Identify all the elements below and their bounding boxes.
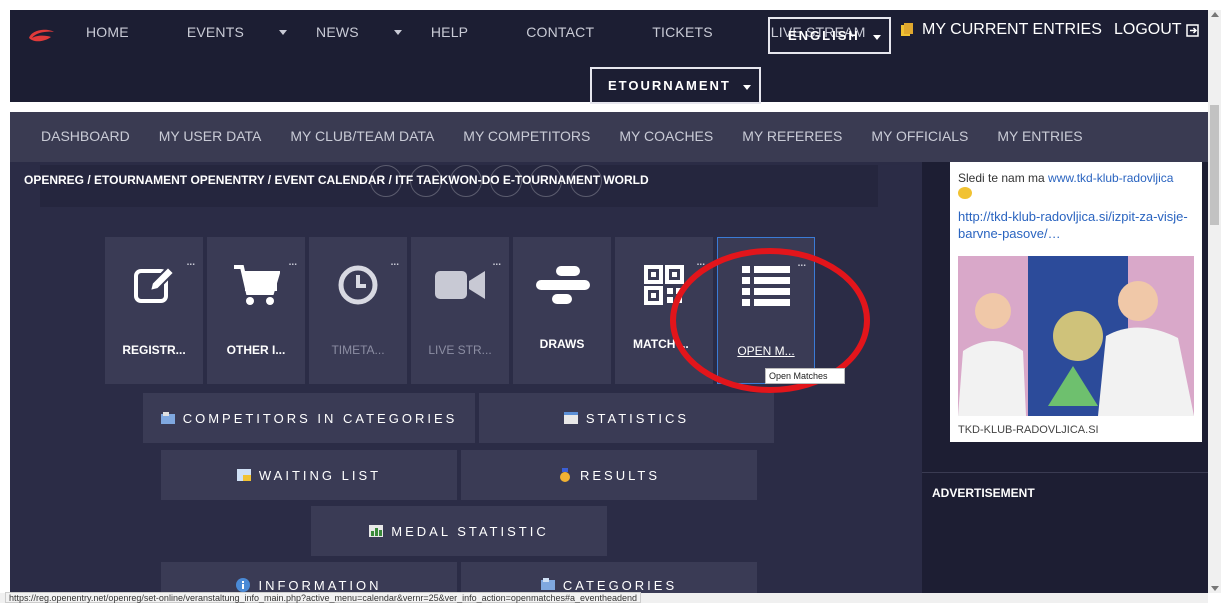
site-name[interactable]: TKD-KLUB-RADOVLJICA.SI	[958, 424, 1099, 436]
button-label: MEDAL STATISTIC	[391, 523, 549, 539]
button-label: CATEGORIES	[562, 578, 678, 593]
language-dropdown[interactable]: ENGLISH	[768, 17, 891, 54]
post-photo[interactable]	[958, 256, 1194, 416]
cart-icon	[207, 263, 305, 309]
subnav-my-user-data[interactable]: MY USER DATA	[159, 128, 262, 144]
subnav-my-entries[interactable]: MY ENTRIES	[997, 128, 1082, 144]
subnav-my-coaches[interactable]: MY COACHES	[619, 128, 713, 144]
button-label: INFORMATION	[258, 578, 382, 593]
follow-text: Sledi te nam ma www.tkd-klub-radovljica	[958, 170, 1202, 186]
status-url: https://reg.openentry.net/openreg/set-on…	[5, 592, 642, 603]
post-link[interactable]: http://tkd-klub-radovljica.si/izpit-za-v…	[958, 208, 1194, 242]
clock-icon	[309, 263, 407, 309]
advertisement-heading: ADVERTISEMENT	[932, 486, 1035, 500]
my-current-entries-label: MY CURRENT ENTRIES	[922, 21, 1102, 38]
competitors-icon	[160, 412, 175, 424]
nav-events-label: EVENTS	[186, 24, 245, 40]
nav-news-label: NEWS	[316, 24, 359, 40]
subnav-my-officials[interactable]: MY OFFICIALS	[871, 128, 968, 144]
page: HOME EVENTS NEWS HELP CONTACT TICKETS LI…	[0, 0, 1221, 603]
waiting-list-icon	[236, 469, 251, 481]
nav-help[interactable]: HELP	[431, 24, 497, 40]
social-feed-widget: Sledi te nam ma www.tkd-klub-radovljica …	[950, 162, 1202, 442]
scroll-thumb[interactable]	[1210, 105, 1219, 225]
logout-icon	[1185, 23, 1199, 37]
medal-statistic-button[interactable]: MEDAL STATISTIC	[311, 506, 607, 556]
button-label: RESULTS	[580, 467, 660, 483]
tile-label: TIMETA...	[331, 343, 385, 357]
tile-label: LIVE STR...	[428, 343, 492, 357]
smile-emoji-icon	[958, 187, 972, 199]
video-icon	[411, 263, 509, 309]
tile-live-stream[interactable]: ... LIVE STR...	[411, 237, 509, 384]
vertical-scrollbar[interactable]	[1208, 10, 1221, 593]
nav-home[interactable]: HOME	[86, 24, 158, 40]
competitors-in-categories-button[interactable]: COMPETITORS IN CATEGORIES	[143, 393, 475, 443]
logout-label: LOGOUT	[1114, 21, 1182, 38]
chevron-down-icon	[873, 35, 881, 40]
club-website-link[interactable]: www.tkd-klub-radovljica	[1048, 171, 1173, 185]
tile-label: OTHER I...	[226, 343, 286, 357]
brand-logo-icon[interactable]	[26, 26, 56, 46]
nav-tickets[interactable]: TICKETS	[652, 24, 742, 40]
draws-icon	[513, 263, 611, 309]
follow-label: Sledi te nam ma	[958, 171, 1049, 185]
nav-contact-label: CONTACT	[526, 24, 595, 40]
categories-icon	[540, 578, 555, 590]
subnav-items: DASHBOARD MY USER DATA MY CLUB/TEAM DATA…	[41, 128, 1112, 144]
tile-registration[interactable]: ... REGISTR...	[105, 237, 203, 384]
statistics-button[interactable]: STATISTICS	[479, 393, 774, 443]
statistics-icon	[563, 412, 578, 424]
breadcrumb[interactable]: OPENREG / ETOURNAMENT OPENENTRY / EVENT …	[24, 173, 649, 187]
nav-news[interactable]: NEWS	[316, 24, 402, 40]
chart-icon	[369, 525, 384, 537]
nav-contact[interactable]: CONTACT	[526, 24, 623, 40]
my-current-entries-link[interactable]: MY CURRENT ENTRIES	[900, 21, 1102, 39]
subnav-my-competitors[interactable]: MY COMPETITORS	[463, 128, 590, 144]
tile-draws[interactable]: DRAWS	[513, 237, 611, 384]
top-navbar: HOME EVENTS NEWS HELP CONTACT TICKETS LI…	[10, 10, 1208, 104]
subnav-my-referees[interactable]: MY REFEREES	[742, 128, 842, 144]
nav-events[interactable]: EVENTS	[186, 24, 288, 40]
tile-timetable[interactable]: ... TIMETA...	[309, 237, 407, 384]
right-sidebar: Sledi te nam ma www.tkd-klub-radovljica …	[922, 162, 1208, 603]
chevron-down-icon	[393, 29, 402, 35]
tile-label: REGISTR...	[122, 343, 186, 357]
clipboard-icon	[901, 23, 913, 36]
logout-link[interactable]: LOGOUT	[1114, 21, 1199, 39]
scroll-up-icon[interactable]	[1211, 12, 1219, 17]
language-label: ENGLISH	[788, 28, 860, 43]
button-label: COMPETITORS IN CATEGORIES	[182, 410, 458, 426]
tile-other-items[interactable]: ... OTHER I...	[207, 237, 305, 384]
chevron-down-icon	[743, 85, 751, 90]
button-label: STATISTICS	[585, 410, 690, 426]
nav-home-label: HOME	[86, 24, 129, 40]
sidebar-divider	[922, 472, 1208, 473]
button-label: WAITING LIST	[258, 467, 382, 483]
tile-label: DRAWS	[539, 337, 585, 351]
chevron-down-icon	[279, 29, 288, 35]
subnav-my-club-team-data[interactable]: MY CLUB/TEAM DATA	[290, 128, 434, 144]
info-icon	[236, 578, 251, 592]
waiting-list-button[interactable]: WAITING LIST	[161, 450, 457, 500]
tournament-dropdown[interactable]: ETOURNAMENT	[590, 67, 761, 104]
medal-icon	[560, 468, 570, 482]
nav-tickets-label: TICKETS	[652, 24, 713, 40]
edit-icon	[105, 263, 203, 309]
scroll-down-icon[interactable]	[1211, 586, 1219, 591]
user-subnav: DASHBOARD MY USER DATA MY CLUB/TEAM DATA…	[10, 112, 1208, 162]
results-button[interactable]: RESULTS	[461, 450, 757, 500]
subnav-dashboard[interactable]: DASHBOARD	[41, 128, 130, 144]
tournament-label: ETOURNAMENT	[608, 78, 731, 93]
tooltip: Open Matches	[765, 368, 845, 384]
nav-help-label: HELP	[430, 24, 469, 40]
